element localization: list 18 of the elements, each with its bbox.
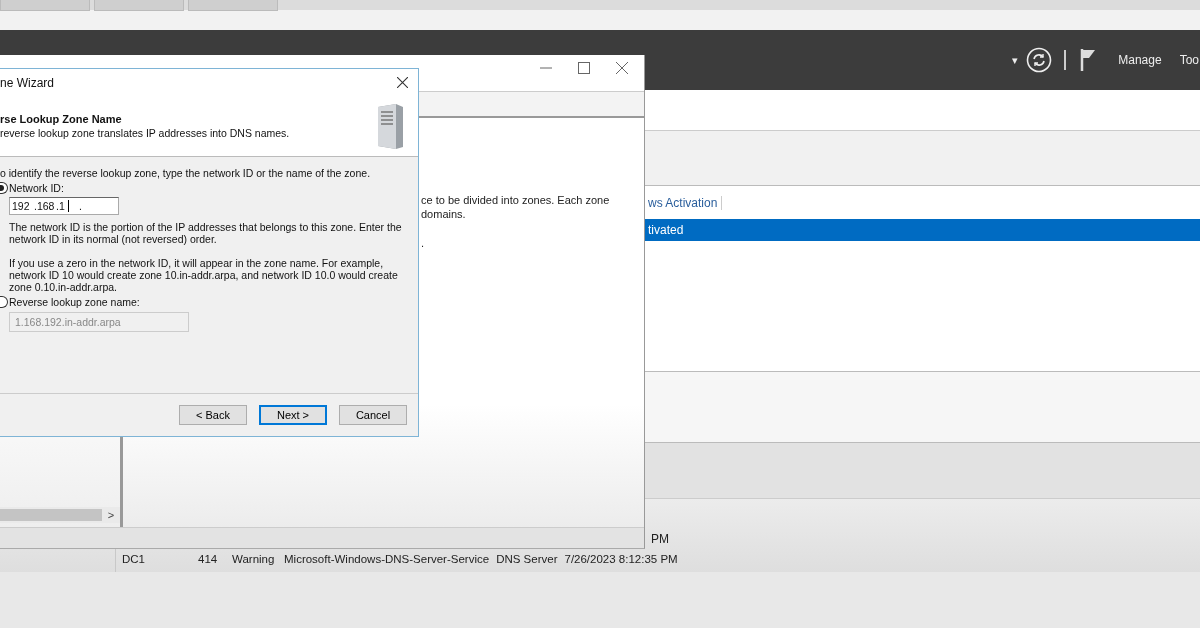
dialog-title: ne Wizard (0, 75, 55, 90)
table-cell: 7/26/2023 8:12:35 PM (564, 553, 678, 565)
help-text: The network ID is the portion of the IP addresses that belongs to this zone. Enter the network ID in its normal (not reversed) order. (8, 221, 403, 245)
option-label: Reverse lookup zone name: (9, 296, 140, 308)
option-label: Network ID: (9, 182, 64, 194)
instruction-text: o identify the reverse lookup zone, type the network ID or the name of the zone. (0, 167, 372, 179)
time-text: PM (651, 532, 669, 546)
description-text: . (421, 237, 426, 251)
table-cell-text: DC1 (122, 553, 146, 565)
page-heading: rse Lookup Zone Name (0, 113, 123, 125)
table-cell: Microsoft-Windows-DNS-Server-Service (284, 553, 490, 565)
help-text: If you use a zero in the network ID, it will appear in the zone name. For example, network ID 10 would create zone 10.in-addr.arpa, and network ID 10.0 would create zone 0.10.in-addr.arpa. (8, 257, 399, 293)
table-cell-text: 414 (198, 553, 219, 565)
description-text: ce to be divided into zones. Each zone (421, 194, 611, 208)
table-cell-text: Warning (232, 553, 276, 565)
page-subheading: reverse lookup zone translates IP addresses into DNS names. (0, 127, 290, 139)
table-cell: DNS Server (496, 553, 558, 565)
description-text: domains. (421, 208, 467, 222)
